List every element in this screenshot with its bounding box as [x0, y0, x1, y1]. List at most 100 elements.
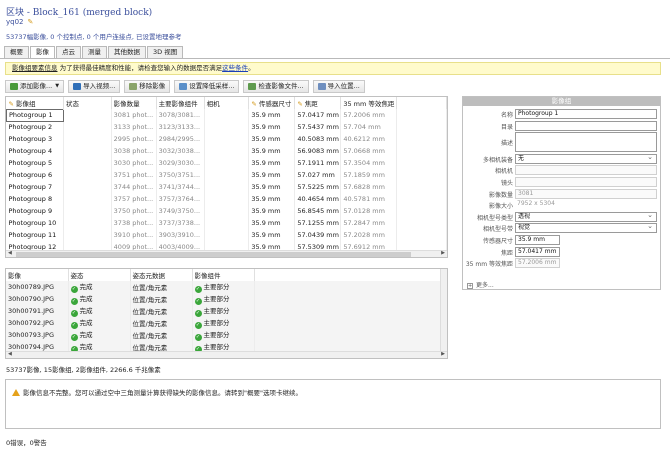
photogroup-name-cell[interactable]: Photogroup 6: [6, 169, 64, 181]
photogroup-cell[interactable]: 57.2028 mm: [340, 229, 398, 241]
property-value[interactable]: 无: [515, 153, 657, 164]
col-pose-metadata[interactable]: 姿态元数据: [130, 269, 193, 281]
photogroup-cell[interactable]: 35.9 mm: [248, 145, 296, 157]
col-35mm-focal[interactable]: 35 mm 等效焦距: [340, 97, 398, 109]
photogroup-name-cell[interactable]: Photogroup 9: [6, 205, 64, 217]
property-value[interactable]: Photogroup 1: [515, 109, 657, 119]
photogroup-cell[interactable]: 40.5083 mm: [294, 133, 342, 145]
col-photogroup[interactable]: ✎ 影像组: [6, 97, 64, 109]
photogroup-cell[interactable]: [396, 121, 447, 133]
photogroup-cell[interactable]: 35.9 mm: [248, 109, 296, 121]
property-value[interactable]: [515, 120, 657, 131]
tab-3d-view[interactable]: 3D 视图: [147, 46, 184, 58]
photogroup-cell[interactable]: 57.2847 mm: [340, 217, 398, 229]
photogroup-cell[interactable]: 57.0668 mm: [340, 145, 398, 157]
photogroup-cell[interactable]: [396, 169, 447, 181]
photogroup-cell[interactable]: [396, 217, 447, 229]
photo-row[interactable]: 30h00793.JPG ✓ 完成 位置/角元素 ✓ 主要部分: [6, 329, 443, 341]
set-downsampling-button[interactable]: 设置降低采样...: [174, 80, 240, 93]
photogroup-row[interactable]: Photogroup 5 3030 phot... 3029/3030... 35.9…: [6, 157, 447, 169]
expand-icon[interactable]: +: [467, 283, 473, 289]
photogroup-cell[interactable]: [396, 205, 447, 217]
photogroup-name-cell[interactable]: Photogroup 11: [6, 229, 64, 241]
photogroup-cell[interactable]: 57.0439 mm: [294, 229, 342, 241]
col-main-component[interactable]: 主要影像组件: [156, 97, 205, 109]
import-video-button[interactable]: 导入视频...: [68, 80, 121, 93]
scroll-right-icon[interactable]: ▶: [441, 351, 445, 357]
check-image-files-button[interactable]: 检查影像文件...: [243, 80, 309, 93]
photogroup-cell[interactable]: 35.9 mm: [248, 205, 296, 217]
photogroup-cell[interactable]: [396, 229, 447, 241]
property-value[interactable]: [515, 132, 657, 153]
col-photo[interactable]: 影像: [6, 269, 69, 281]
photo-row[interactable]: 30h00789.JPG ✓ 完成 位置/角元素 ✓ 主要部分: [6, 281, 443, 293]
photogroup-row[interactable]: Photogroup 8 3757 phot... 3757/3764... 35.9…: [6, 193, 447, 205]
photogroup-cell[interactable]: 57.5437 mm: [294, 121, 342, 133]
tab-pointclouds[interactable]: 点云: [56, 46, 81, 58]
scroll-right-icon[interactable]: ▶: [441, 250, 445, 256]
photogroup-cell[interactable]: 57.6828 mm: [340, 181, 398, 193]
photogroup-name-cell[interactable]: Photogroup 1: [6, 108, 64, 122]
remove-photos-button[interactable]: 移除影像: [124, 80, 171, 93]
vertical-scrollbar[interactable]: [440, 269, 447, 353]
photogroup-name-cell[interactable]: Photogroup 5: [6, 157, 64, 169]
photogroup-cell[interactable]: 40.6212 mm: [340, 133, 398, 145]
photogroup-cell[interactable]: 40.4654 mm: [294, 193, 342, 205]
property-value[interactable]: 透视: [515, 211, 657, 222]
add-photos-button[interactable]: 添加影像... ▼: [5, 80, 65, 93]
col-focal-length[interactable]: ✎ 焦距: [294, 97, 342, 109]
photogroup-name-cell[interactable]: Photogroup 2: [6, 121, 64, 133]
photogroup-cell[interactable]: [396, 193, 447, 205]
photogroup-cell[interactable]: 35.9 mm: [248, 157, 296, 169]
col-status[interactable]: 状态: [63, 97, 112, 109]
photogroup-name-cell[interactable]: Photogroup 4: [6, 145, 64, 157]
more-toggle[interactable]: + 更多...: [467, 280, 494, 289]
dropdown-arrow-icon[interactable]: ▼: [55, 81, 59, 92]
photogroup-row[interactable]: Photogroup 2 3133 phot... 3123/3133... 35.9…: [6, 121, 447, 133]
photogroup-cell[interactable]: 35.9 mm: [248, 217, 296, 229]
photogroup-cell[interactable]: [396, 109, 447, 121]
photogroup-cell[interactable]: 56.8545 mm: [294, 205, 342, 217]
property-value[interactable]: 35.9 mm: [515, 235, 560, 245]
photogroup-row[interactable]: Photogroup 1 3081 phot... 3078/3081... 35.9…: [6, 108, 447, 122]
photogroup-cell[interactable]: 35.9 mm: [248, 121, 296, 133]
scroll-left-icon[interactable]: ◀: [8, 250, 12, 256]
photogroup-row[interactable]: Photogroup 10 3738 phot... 3737/3738... 35.…: [6, 217, 447, 229]
photogroup-cell[interactable]: 35.9 mm: [248, 133, 296, 145]
property-value[interactable]: 57.0417 mm: [515, 246, 560, 257]
photogroup-cell[interactable]: [396, 145, 447, 157]
photo-row[interactable]: 30h00791.JPG ✓ 完成 位置/角元素 ✓ 主要部分: [6, 305, 443, 317]
photogroup-cell[interactable]: 57.5225 mm: [294, 181, 342, 193]
photogroup-cell[interactable]: 57.027 mm: [294, 169, 342, 181]
property-value[interactable]: 视觉: [515, 223, 657, 234]
photo-row[interactable]: 30h00792.JPG ✓ 完成 位置/角元素 ✓ 主要部分: [6, 317, 443, 329]
photogroup-name-cell[interactable]: Photogroup 8: [6, 193, 64, 205]
tab-general[interactable]: 概要: [4, 46, 29, 58]
photogroup-row[interactable]: Photogroup 4 3038 phot... 3032/3038... 35.9…: [6, 145, 447, 157]
photogroup-cell[interactable]: 35.9 mm: [248, 229, 296, 241]
photogroup-cell[interactable]: 35.9 mm: [248, 181, 296, 193]
photos-horizontal-scrollbar[interactable]: ◀ ▶: [6, 351, 447, 358]
scrollbar-thumb[interactable]: [16, 252, 411, 257]
photogroup-cell[interactable]: [396, 157, 447, 169]
photogroup-cell[interactable]: 57.0417 mm: [294, 109, 342, 121]
col-sensor-size[interactable]: ✎ 传感器尺寸: [248, 97, 296, 109]
photogroup-cell[interactable]: 57.1911 mm: [294, 157, 342, 169]
scroll-left-icon[interactable]: ◀: [8, 351, 12, 357]
photogroup-cell[interactable]: [396, 181, 447, 193]
photogroup-row[interactable]: Photogroup 6 3751 phot... 3750/3751... 35.9…: [6, 169, 447, 181]
photogroup-cell[interactable]: 57.704 mm: [340, 121, 398, 133]
edit-pencil-icon[interactable]: ✎: [28, 18, 34, 26]
col-component[interactable]: 影像组件: [192, 269, 255, 281]
photogroup-cell[interactable]: 57.2006 mm: [340, 109, 398, 121]
photogroup-row[interactable]: Photogroup 9 3750 phot... 3749/3750... 35.9…: [6, 205, 447, 217]
tab-surveys[interactable]: 测量: [82, 46, 107, 58]
photogroup-cell[interactable]: 40.5781 mm: [340, 193, 398, 205]
photogroup-cell[interactable]: 56.9083 mm: [294, 145, 342, 157]
photogroup-cell[interactable]: 35.9 mm: [248, 193, 296, 205]
photogroup-row[interactable]: Photogroup 7 3744 phot... 3741/3744... 35.9…: [6, 181, 447, 193]
horizontal-scrollbar[interactable]: ◀ ▶: [6, 250, 447, 257]
photogroup-cell[interactable]: 57.1255 mm: [294, 217, 342, 229]
tab-additional-data[interactable]: 其他数据: [108, 46, 146, 58]
photogroup-cell[interactable]: 57.0128 mm: [340, 205, 398, 217]
